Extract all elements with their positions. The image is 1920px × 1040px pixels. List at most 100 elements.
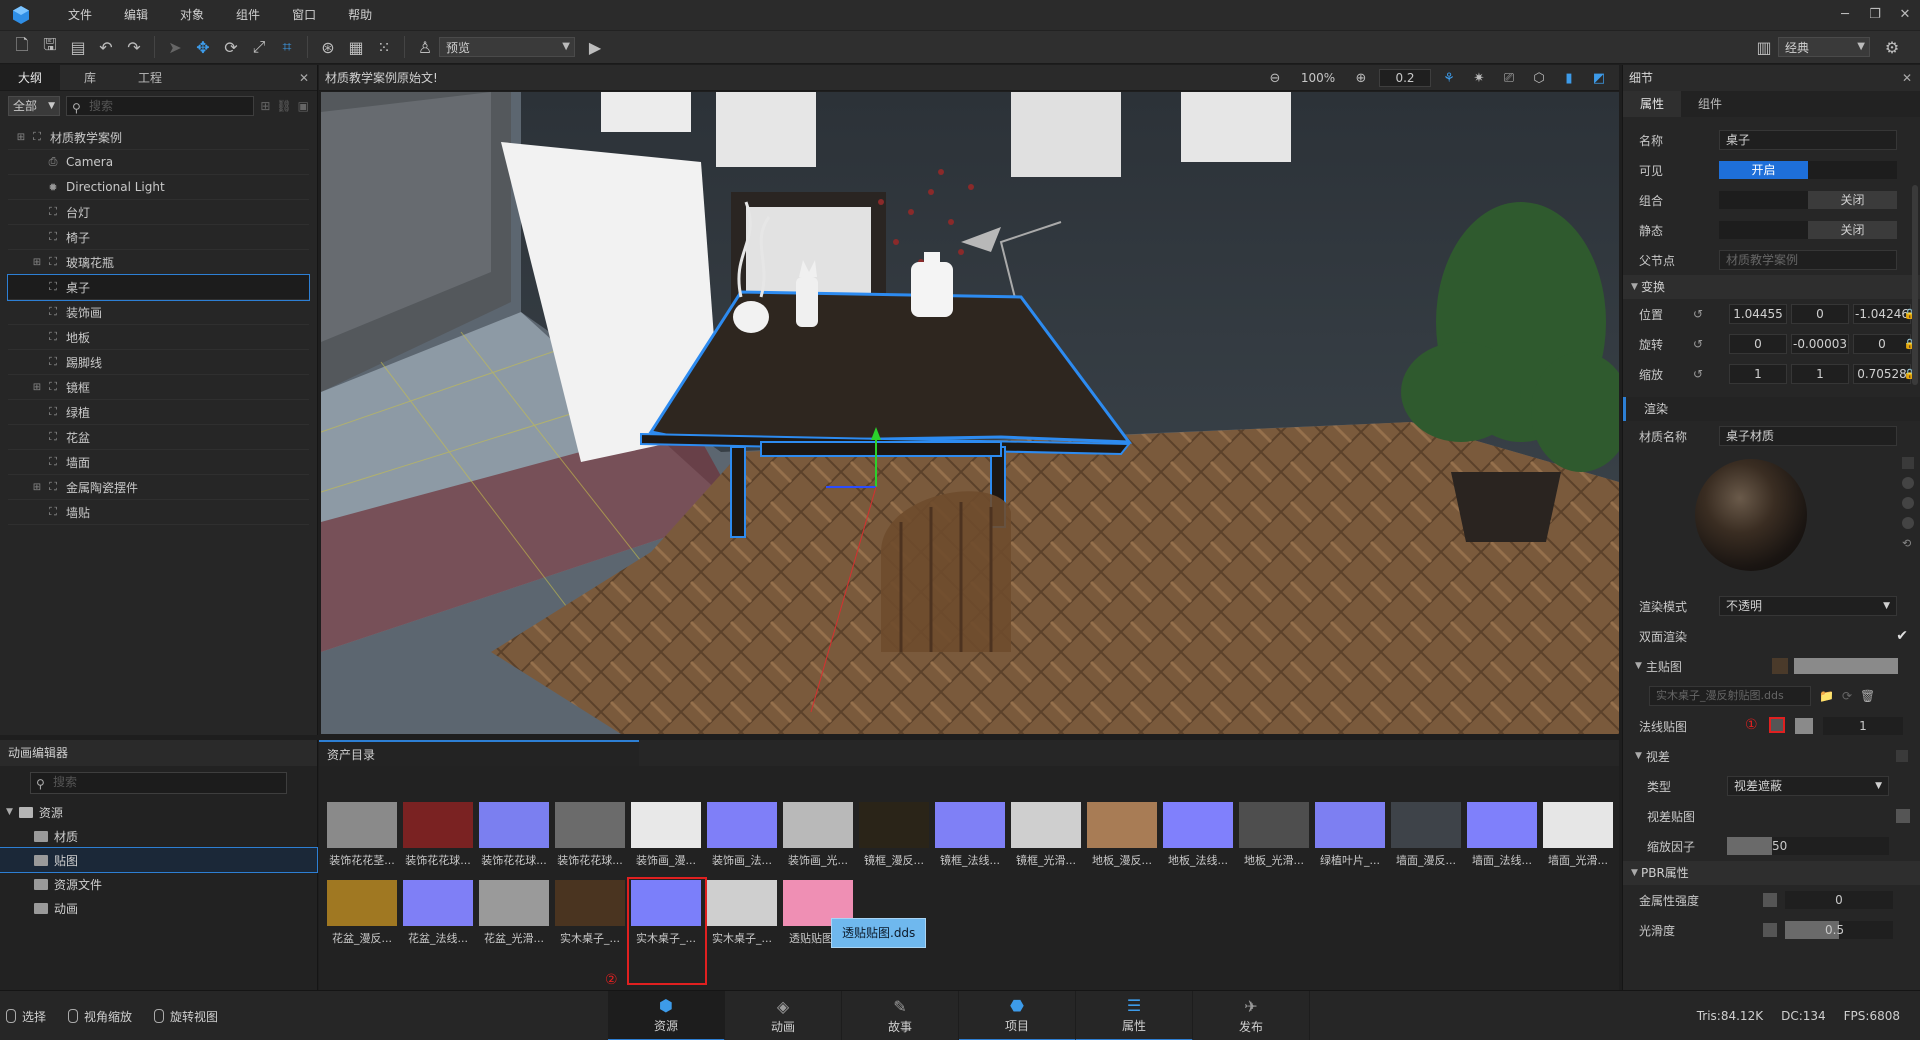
play-icon[interactable]: ▶: [581, 33, 609, 61]
asset-thumbnail[interactable]: 绿植叶片_...: [1315, 802, 1385, 868]
asset-thumbnail[interactable]: 花盆_光滑...: [479, 880, 549, 946]
save-icon[interactable]: 🖫: [36, 33, 64, 61]
outline-item[interactable]: ⊞ ⛶ 镜框: [8, 375, 309, 400]
outline-filter-select[interactable]: 全部 ▼: [8, 96, 60, 116]
bottom-tab-publish[interactable]: ✈ 发布: [1193, 991, 1310, 1040]
outline-item[interactable]: ⎙ Camera: [8, 150, 309, 175]
rotate-tool-icon[interactable]: ⟳: [217, 33, 245, 61]
outline-item[interactable]: ⛶ 装饰画: [8, 300, 309, 325]
outline-item[interactable]: ⊞ ⛶ 玻璃花瓶: [8, 250, 309, 275]
asset-thumbnail[interactable]: 装饰画_法...: [707, 802, 777, 868]
resource-search-input[interactable]: ⚲ 搜索: [30, 772, 287, 794]
outline-item[interactable]: ⛶ 椅子: [8, 225, 309, 250]
menu-file[interactable]: 文件: [52, 0, 108, 30]
pbr-section[interactable]: ▼ PBR属性: [1623, 861, 1920, 885]
preview-cube-icon[interactable]: [1902, 517, 1914, 529]
reset-icon[interactable]: ↺: [1693, 367, 1703, 381]
close-icon[interactable]: ✕: [1902, 65, 1912, 91]
gizmo-icon[interactable]: ✷: [1467, 71, 1491, 86]
scene-viewport[interactable]: [321, 92, 1619, 734]
redo-icon[interactable]: ↷: [120, 33, 148, 61]
asset-thumbnail[interactable]: 实木桌子_...: [555, 880, 625, 946]
asset-thumbnail[interactable]: 实木桌子_...: [707, 880, 777, 946]
outline-item[interactable]: ⛶ 台灯: [8, 200, 309, 225]
expand-icon[interactable]: ⊞: [14, 132, 28, 143]
fullscreen-icon[interactable]: ◩: [1587, 71, 1611, 86]
menu-component[interactable]: 组件: [220, 0, 276, 30]
resource-tree-item[interactable]: 贴图: [0, 847, 318, 873]
asset-thumbnail[interactable]: 装饰花花球...: [403, 802, 473, 868]
collapse-triangle-icon[interactable]: ▼: [1635, 661, 1642, 671]
rotation-y-input[interactable]: -0.00003: [1791, 334, 1849, 354]
local-space-icon[interactable]: ⌗: [273, 33, 301, 61]
asset-thumbnail[interactable]: 装饰花花球...: [555, 802, 625, 868]
smooth-tex-icon[interactable]: [1763, 923, 1777, 937]
group-off-option[interactable]: 关闭: [1808, 191, 1897, 209]
render-section[interactable]: 渲染: [1623, 397, 1920, 421]
collapse-triangle-icon[interactable]: ▼: [6, 807, 13, 817]
type-select[interactable]: 视差遮蔽 ▼: [1727, 776, 1889, 796]
position-y-input[interactable]: 0: [1791, 304, 1849, 324]
settings-gear-icon[interactable]: ⚙: [1878, 33, 1906, 61]
asset-thumbnail[interactable]: 花盆_法线...: [403, 880, 473, 946]
refresh-icon[interactable]: ⟳: [1842, 689, 1852, 703]
snap-move-icon[interactable]: ⚘: [1437, 71, 1461, 86]
preview-select[interactable]: 预览 ▼: [439, 37, 575, 57]
snap-icon[interactable]: ⊛: [314, 33, 342, 61]
metal-tex-icon[interactable]: [1763, 893, 1777, 907]
player-icon[interactable]: ♙: [411, 33, 439, 61]
reset-icon[interactable]: ↺: [1693, 307, 1703, 321]
outline-item[interactable]: ⛶ 墙面: [8, 450, 309, 475]
group-on-option[interactable]: [1719, 191, 1808, 209]
asset-thumbnail[interactable]: 花盆_漫反...: [327, 880, 397, 946]
static-on-option[interactable]: [1719, 221, 1808, 239]
transform-section[interactable]: ▼ 变换: [1623, 275, 1920, 299]
outline-item[interactable]: ✹ Directional Light: [8, 175, 309, 200]
link-icon[interactable]: ⛓: [276, 99, 291, 113]
outline-item[interactable]: ⊞ ⛶ 材质教学案例: [8, 125, 309, 150]
outline-item[interactable]: ⛶ 绿植: [8, 400, 309, 425]
texture-thumb[interactable]: [1771, 658, 1788, 674]
outline-item[interactable]: ⛶ 墙贴: [8, 500, 309, 525]
position-z-input[interactable]: -1.04246: [1853, 304, 1911, 324]
menu-edit[interactable]: 编辑: [108, 0, 164, 30]
trash-icon[interactable]: 🗑: [1860, 689, 1875, 703]
asset-thumbnail[interactable]: 地板_漫反...: [1087, 802, 1157, 868]
static-toggle[interactable]: 关闭: [1719, 221, 1897, 239]
smooth-slider[interactable]: 0.5: [1785, 921, 1893, 939]
rotation-x-input[interactable]: 0: [1729, 334, 1787, 354]
outline-item[interactable]: ⛶ 地板: [8, 325, 309, 350]
asset-thumbnail[interactable]: 装饰花花茎...: [327, 802, 397, 868]
rotation-z-input[interactable]: 0: [1853, 334, 1911, 354]
bottom-tab-resources[interactable]: ⬢ 资源: [608, 991, 725, 1040]
metal-input[interactable]: 0: [1785, 891, 1893, 909]
menu-window[interactable]: 窗口: [276, 0, 332, 30]
new-file-icon[interactable]: 🗋: [8, 33, 36, 61]
asset-thumbnail[interactable]: 地板_光滑...: [1239, 802, 1309, 868]
select-tool-icon[interactable]: ➤: [161, 33, 189, 61]
scale-z-input[interactable]: 0.70528: [1853, 364, 1911, 384]
step-input[interactable]: 0.2: [1379, 69, 1431, 87]
collapse-triangle-icon[interactable]: ▼: [1635, 751, 1642, 761]
tab-outline[interactable]: 大纲: [0, 65, 60, 90]
undo-icon[interactable]: ↶: [92, 33, 120, 61]
menu-help[interactable]: 帮助: [332, 0, 388, 30]
position-x-input[interactable]: 1.04455: [1729, 304, 1787, 324]
asset-thumbnail[interactable]: 装饰花花球...: [479, 802, 549, 868]
close-window-icon[interactable]: ✕: [1890, 0, 1920, 30]
details-scrollbar[interactable]: [1912, 185, 1918, 385]
reset-icon[interactable]: ↺: [1693, 337, 1703, 351]
resource-tree-item[interactable]: 材质: [0, 824, 317, 848]
tab-components[interactable]: 组件: [1681, 91, 1739, 117]
scale-y-input[interactable]: 1: [1791, 364, 1849, 384]
grid-icon[interactable]: ▦: [342, 33, 370, 61]
parallax-checkbox[interactable]: [1896, 750, 1908, 762]
restore-icon[interactable]: ❐: [1860, 0, 1890, 30]
group-toggle[interactable]: 关闭: [1719, 191, 1897, 209]
bottom-tab-project[interactable]: ⬣ 项目: [959, 991, 1076, 1040]
filter-icon[interactable]: ⊞: [260, 99, 270, 113]
expand-icon[interactable]: ⊞: [30, 482, 44, 493]
tab-properties[interactable]: 属性: [1623, 91, 1681, 117]
expand-icon[interactable]: ⊞: [30, 382, 44, 393]
resource-tree-item[interactable]: 动画: [0, 896, 317, 920]
